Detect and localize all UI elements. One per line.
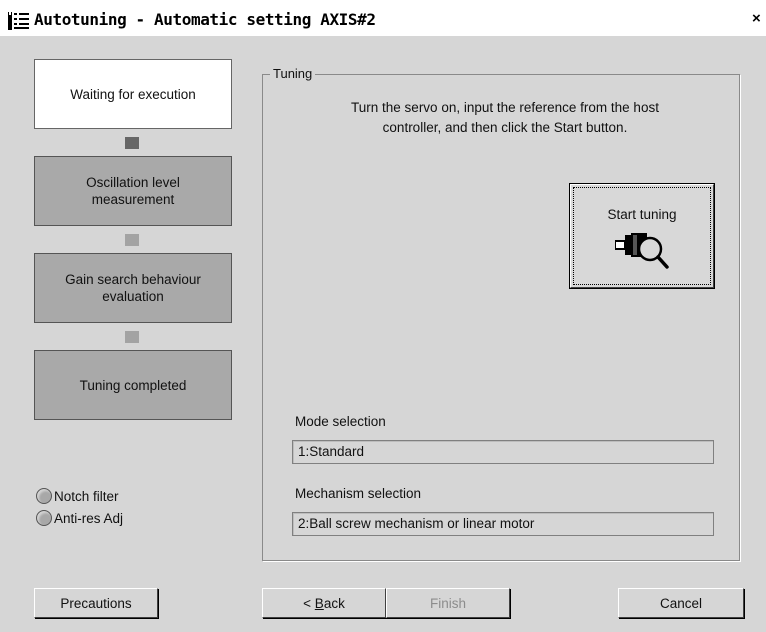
back-prefix: <: [303, 595, 315, 611]
step-connector: [125, 331, 139, 343]
finish-button[interactable]: Finish: [386, 588, 510, 618]
title-bar: Autotuning - Automatic setting AXIS#2 ×: [0, 0, 766, 36]
instructions-line: controller, and then click the Start but…: [382, 120, 628, 135]
precautions-button[interactable]: Precautions: [34, 588, 158, 618]
mode-selection-label: Mode selection: [295, 414, 386, 429]
anti-res-adj-indicator: Anti-res Adj: [36, 510, 123, 526]
instructions-text: Turn the servo on, input the reference f…: [300, 98, 710, 138]
mode-selection-field: 1:Standard: [292, 440, 714, 464]
cancel-button[interactable]: Cancel: [618, 588, 744, 618]
motor-magnifier-icon: [615, 233, 669, 269]
start-tuning-button[interactable]: Start tuning: [569, 183, 715, 289]
notch-filter-indicator: Notch filter: [36, 488, 119, 504]
back-rest: ack: [323, 595, 345, 611]
tuning-group-label: Tuning: [270, 66, 316, 81]
back-mnemonic: B: [314, 595, 324, 611]
step-tuning-completed: Tuning completed: [34, 350, 232, 420]
back-button[interactable]: < Back: [262, 588, 386, 618]
led-off-icon: [36, 488, 52, 504]
step-label: Waiting for execution: [70, 86, 196, 102]
step-label: Gain search behaviour evaluation: [65, 272, 201, 304]
step-gain-search-behaviour-evaluation: Gain search behaviour evaluation: [34, 253, 232, 323]
step-oscillation-level-measurement: Oscillation level measurement: [34, 156, 232, 226]
step-label: Tuning completed: [79, 377, 187, 393]
window-title: Autotuning - Automatic setting AXIS#2: [34, 10, 376, 29]
led-off-icon: [36, 510, 52, 526]
mechanism-selection-label: Mechanism selection: [295, 486, 422, 501]
step-connector: [125, 137, 139, 149]
step-waiting-for-execution: Waiting for execution: [34, 59, 232, 129]
autotuning-app-icon: [8, 12, 29, 30]
close-icon[interactable]: ×: [752, 10, 761, 27]
mechanism-selection-field: 2:Ball screw mechanism or linear motor: [292, 512, 714, 536]
instructions-line: Turn the servo on, input the reference f…: [351, 100, 659, 115]
indicator-label: Anti-res Adj: [54, 510, 124, 526]
indicator-label: Notch filter: [54, 488, 119, 504]
step-label: Oscillation level measurement: [86, 175, 180, 207]
step-connector: [125, 234, 139, 246]
start-tuning-label: Start tuning: [607, 207, 677, 222]
